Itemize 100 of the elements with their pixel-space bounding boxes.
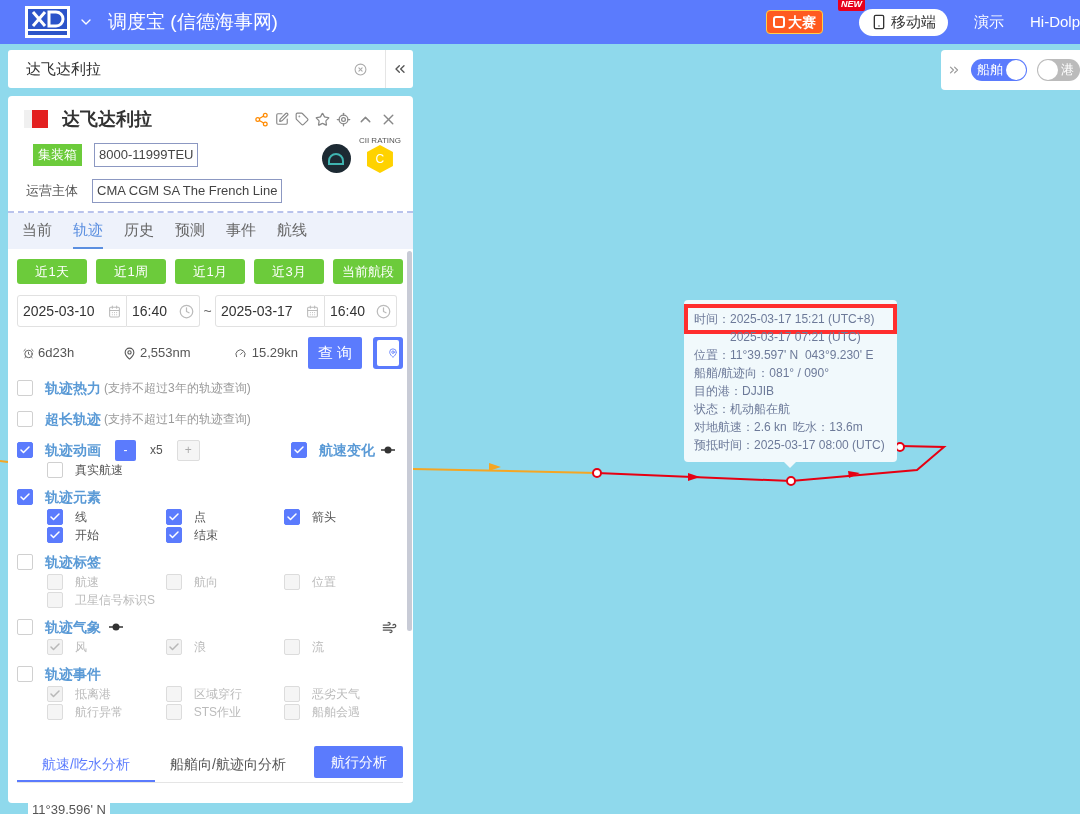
operator-label: 运营主体 [26, 182, 78, 201]
pin-icon [123, 346, 136, 360]
option-label: 轨迹热力 [45, 378, 101, 398]
sub-option-label: 区域穿行 [193, 686, 242, 703]
checkbox[interactable] [165, 509, 182, 525]
wind-icon [382, 619, 397, 635]
checkbox[interactable] [47, 462, 63, 478]
end-date-field[interactable]: 2025-03-17 [215, 295, 325, 327]
tab[interactable]: 历史 [124, 213, 154, 249]
contest-badge[interactable]: 大赛 [766, 10, 823, 34]
nav-link[interactable]: Hi-Dolp [1030, 10, 1080, 34]
tab[interactable]: 预测 [175, 213, 205, 249]
checkbox[interactable] [17, 489, 33, 505]
distance-value: 2,553nm [140, 344, 191, 363]
checkbox[interactable] [47, 527, 63, 543]
checkbox[interactable] [17, 380, 33, 396]
range-button[interactable]: 近3月 [254, 259, 324, 284]
expand-icon[interactable] [947, 63, 961, 77]
gauge-icon [234, 347, 246, 359]
sub-option-label: 位置 [312, 574, 337, 591]
layer-toggle[interactable]: 港 [1037, 59, 1080, 81]
range-button[interactable]: 近1周 [96, 259, 166, 284]
tooltip-line: 时间：2025-03-17 15:21 (UTC+8) [694, 312, 875, 326]
minus-button[interactable]: - [115, 439, 136, 461]
check-icon [49, 688, 61, 700]
check-icon [167, 529, 180, 541]
mobile-button[interactable]: 移动端 [859, 8, 948, 36]
clear-icon[interactable] [354, 62, 367, 76]
sub-option-label: 真实航速 [75, 462, 123, 479]
scrollbar[interactable] [407, 251, 412, 631]
sub-option-label: 航行异常 [75, 704, 123, 721]
tab[interactable]: 事件 [226, 213, 256, 249]
alarm-icon [23, 347, 34, 359]
checkbox[interactable] [17, 554, 33, 570]
clock-icon [376, 303, 391, 319]
option-label: 轨迹气象 [45, 617, 101, 637]
check-icon [49, 641, 61, 653]
edit-icon[interactable] [275, 112, 289, 126]
end-time-field[interactable]: 16:40 [325, 295, 397, 327]
tooltip-line: 状态：机动船在航 [693, 401, 791, 418]
tooltip-line: 对地航速：2.6 kn 吃水：13.6m [693, 419, 864, 436]
start-time-field[interactable]: 16:40 [127, 295, 200, 327]
layer-toggle[interactable]: 船舶 [971, 59, 1027, 81]
sub-option-label: 抵离港 [75, 686, 111, 703]
range-button[interactable]: 近1月 [175, 259, 245, 284]
analysis-tab[interactable]: 船艏向/航迹向分析 [155, 749, 301, 782]
app-title: 调度宝 (信德海事网) [108, 9, 278, 34]
option-label: 超长轨迹 [45, 409, 101, 429]
sub-option-label: 船舶会遇 [312, 704, 361, 721]
check-icon [167, 641, 180, 653]
tag-icon[interactable] [295, 112, 309, 126]
logo-icon [25, 6, 70, 38]
sub-option-label: 航速 [75, 574, 99, 591]
analysis-button[interactable]: 航行分析 [314, 746, 403, 778]
sub-option-label: 结束 [193, 527, 218, 544]
tooltip-line: 预抵时间：2025-03-17 08:00 (UTC) [693, 437, 886, 454]
rating-caption: CII RATING [358, 136, 401, 145]
check-icon [293, 444, 305, 456]
range-button[interactable]: 当前航段 [333, 259, 403, 284]
speed-multiplier: x5 [150, 442, 163, 459]
option-label: 航速变化 [319, 440, 375, 460]
option-label: 轨迹标签 [45, 552, 101, 572]
check-icon [19, 491, 31, 503]
speed-value: 15.29kn [251, 344, 298, 363]
flag-icon [24, 110, 48, 128]
collapse-button[interactable] [385, 50, 413, 88]
tab[interactable]: 当前 [22, 213, 52, 249]
calendar-icon [306, 304, 319, 318]
checkbox[interactable] [291, 442, 307, 458]
query-button[interactable]: 查 询 [308, 337, 362, 369]
checkbox[interactable] [17, 666, 33, 682]
checkbox[interactable] [47, 509, 63, 525]
option-note: (支持不超过1年的轨迹查询) [104, 411, 251, 428]
tab[interactable]: 航线 [277, 213, 307, 249]
checkbox[interactable] [284, 509, 301, 525]
tooltip-line: 2025-03-17 07:21 (UTC) [729, 329, 862, 346]
analysis-tab[interactable]: 航速/吃水分析 [17, 749, 155, 782]
option-label: 轨迹事件 [45, 664, 101, 684]
plus-button[interactable]: + [176, 439, 200, 461]
track-line-drawing [0, 460, 8, 464]
duration-value: 6d23h [38, 344, 76, 363]
sub-option-label: 箭头 [312, 509, 337, 526]
range-button[interactable]: 近1天 [17, 259, 87, 284]
start-date-field[interactable]: 2025-03-10 [17, 295, 127, 327]
checkbox[interactable] [17, 442, 33, 458]
calendar-icon [108, 304, 121, 318]
share-icon[interactable] [254, 111, 269, 127]
phone-icon [871, 14, 887, 30]
checkbox[interactable] [17, 619, 33, 635]
search-field[interactable]: 达飞达利拉 [8, 50, 385, 88]
compare-button[interactable] [373, 337, 403, 369]
checkbox[interactable] [165, 527, 182, 543]
wave-logo-icon [321, 144, 351, 173]
nav-link[interactable]: 演示 [974, 10, 1004, 34]
locate-icon[interactable] [336, 111, 351, 127]
tab[interactable]: 轨迹 [73, 213, 103, 249]
sub-option-label: STS作业 [193, 704, 241, 721]
star-icon[interactable] [315, 111, 330, 127]
checkbox[interactable] [17, 411, 33, 427]
sub-option-label: 航向 [193, 574, 218, 591]
